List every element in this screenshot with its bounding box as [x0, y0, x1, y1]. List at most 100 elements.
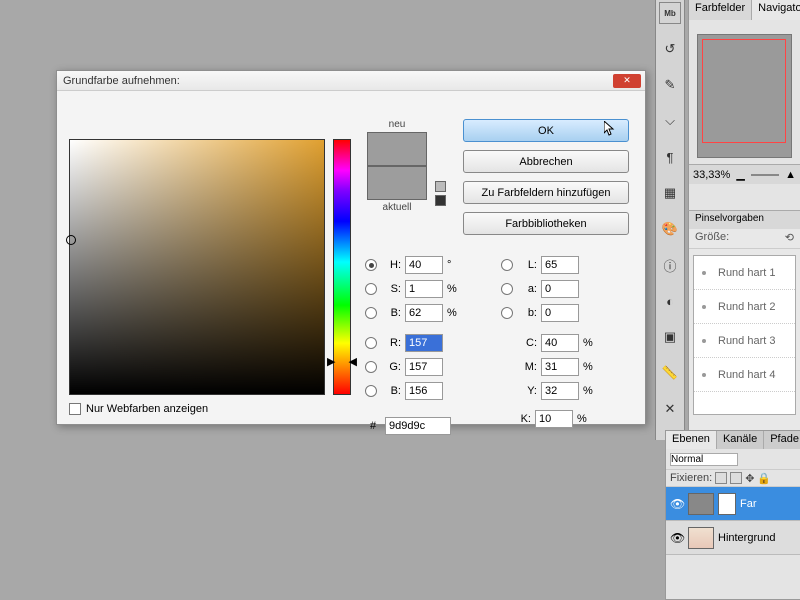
brush-name: Rund hart 3	[718, 335, 775, 347]
list-item[interactable]: Rund hart 1	[694, 256, 795, 290]
lock-label: Fixieren:	[670, 472, 712, 484]
tab-brush-presets[interactable]: Pinselvorgaben	[689, 211, 800, 229]
color-libraries-button[interactable]: Farbbibliotheken	[463, 212, 629, 235]
g-input[interactable]	[405, 358, 443, 376]
ok-button[interactable]: OK	[463, 119, 629, 142]
zoom-slider[interactable]	[751, 174, 779, 176]
cancel-button[interactable]: Abbrechen	[463, 150, 629, 173]
dialog-title: Grundfarbe aufnehmen:	[61, 75, 613, 87]
layer-row[interactable]: 👁 Hintergrund	[666, 521, 800, 555]
add-to-swatches-button[interactable]: Zu Farbfeldern hinzufügen	[463, 181, 629, 204]
y-label: Y:	[519, 385, 537, 397]
brush-list[interactable]: Rund hart 1 Rund hart 2 Rund hart 3 Rund…	[693, 255, 796, 415]
tab-farbfelder[interactable]: Farbfelder	[689, 0, 752, 20]
layer-mask-thumb[interactable]	[718, 493, 736, 515]
m-unit: %	[583, 361, 597, 373]
tab-layers[interactable]: Ebenen	[666, 431, 717, 449]
navigator-viewport-rect[interactable]	[702, 39, 786, 143]
brush-dot-icon	[702, 271, 706, 275]
r-input[interactable]	[405, 334, 443, 352]
zoom-out-icon[interactable]: ▁	[736, 168, 744, 181]
tool-brush-icon[interactable]: ✎	[659, 74, 681, 96]
tool-mb-icon[interactable]: Mb	[659, 2, 681, 24]
tool-options-icon[interactable]: ⌵	[659, 110, 681, 132]
a-input[interactable]	[541, 280, 579, 298]
radio-b-hsb[interactable]	[365, 307, 377, 319]
s-label: S:	[383, 283, 401, 295]
radio-l[interactable]	[501, 259, 513, 271]
y-input[interactable]	[541, 382, 579, 400]
web-colors-checkbox[interactable]	[69, 403, 81, 415]
color-field-cursor[interactable]	[66, 235, 76, 245]
tool-layers-icon[interactable]: ▣	[659, 326, 681, 348]
tool-history-icon[interactable]: ↺	[659, 38, 681, 60]
hex-label: #	[365, 420, 381, 432]
l-input[interactable]	[541, 256, 579, 274]
new-color-swatch	[367, 132, 427, 166]
brush-dot-icon	[702, 305, 706, 309]
color-field[interactable]	[69, 139, 325, 395]
tool-wrench-icon[interactable]: ✕	[659, 398, 681, 420]
tool-swatches-icon[interactable]: ▦	[659, 182, 681, 204]
k-input[interactable]	[535, 410, 573, 428]
tool-adjust-icon[interactable]: ◐	[659, 290, 681, 312]
tool-measure-icon[interactable]: 📏	[659, 362, 681, 384]
zoom-in-icon[interactable]: ▲	[785, 169, 796, 181]
layer-thumb[interactable]	[688, 493, 714, 515]
lock-all-icon[interactable]: 🔒	[757, 472, 771, 485]
k-label: K:	[513, 413, 531, 425]
tool-info-icon[interactable]: ⓘ	[659, 254, 681, 276]
hue-slider-thumb[interactable]: ▶◀	[327, 355, 357, 365]
close-button[interactable]: ✕	[613, 74, 641, 88]
radio-a[interactable]	[501, 283, 513, 295]
b-rgb-input[interactable]	[405, 382, 443, 400]
zoom-value: 33,33%	[693, 169, 730, 181]
h-input[interactable]	[405, 256, 443, 274]
tab-channels[interactable]: Kanäle	[717, 431, 764, 449]
radio-b-rgb[interactable]	[365, 385, 377, 397]
layer-thumb[interactable]	[688, 527, 714, 549]
tab-navigator[interactable]: Navigator	[752, 0, 800, 20]
y-unit: %	[583, 385, 597, 397]
radio-s[interactable]	[365, 283, 377, 295]
list-item[interactable]: Rund hart 2	[694, 290, 795, 324]
radio-b-lab[interactable]	[501, 307, 513, 319]
c-input[interactable]	[541, 334, 579, 352]
hex-input[interactable]	[385, 417, 451, 435]
b-hsb-unit: %	[447, 307, 461, 319]
brush-name: Rund hart 2	[718, 301, 775, 313]
list-item[interactable]: Rund hart 4	[694, 358, 795, 392]
lock-position-icon[interactable]: ✥	[745, 472, 754, 485]
c-label: C:	[519, 337, 537, 349]
layer-row[interactable]: 👁 Far	[666, 487, 800, 521]
radio-h[interactable]	[365, 259, 377, 271]
b-hsb-label: B:	[383, 307, 401, 319]
lock-pixels-icon[interactable]	[730, 472, 742, 484]
b-rgb-label: B:	[383, 385, 401, 397]
lock-transparent-icon[interactable]	[715, 472, 727, 484]
blend-mode-select[interactable]	[670, 453, 738, 466]
m-input[interactable]	[541, 358, 579, 376]
h-unit: °	[447, 259, 461, 271]
titlebar[interactable]: Grundfarbe aufnehmen: ✕	[57, 71, 645, 91]
visibility-icon[interactable]: 👁	[670, 531, 684, 545]
reset-icon[interactable]: ⟲	[785, 231, 794, 246]
h-label: H:	[383, 259, 401, 271]
s-unit: %	[447, 283, 461, 295]
gamut-warning-icon[interactable]	[435, 181, 446, 192]
tool-palette-icon[interactable]: 🎨	[659, 218, 681, 240]
current-color-swatch[interactable]	[367, 166, 427, 200]
websafe-warning-icon[interactable]	[435, 195, 446, 206]
navigator-preview[interactable]	[697, 34, 792, 158]
radio-g[interactable]	[365, 361, 377, 373]
visibility-icon[interactable]: 👁	[670, 497, 684, 511]
b-lab-input[interactable]	[541, 304, 579, 322]
b-hsb-input[interactable]	[405, 304, 443, 322]
list-item[interactable]: Rund hart 3	[694, 324, 795, 358]
layer-name: Far	[740, 498, 757, 510]
s-input[interactable]	[405, 280, 443, 298]
navigator-panel: Farbfelder Navigator 33,33% ▁ ▲	[688, 0, 800, 210]
radio-r[interactable]	[365, 337, 377, 349]
tab-paths[interactable]: Pfade	[764, 431, 800, 449]
tool-text-icon[interactable]: ¶	[659, 146, 681, 168]
